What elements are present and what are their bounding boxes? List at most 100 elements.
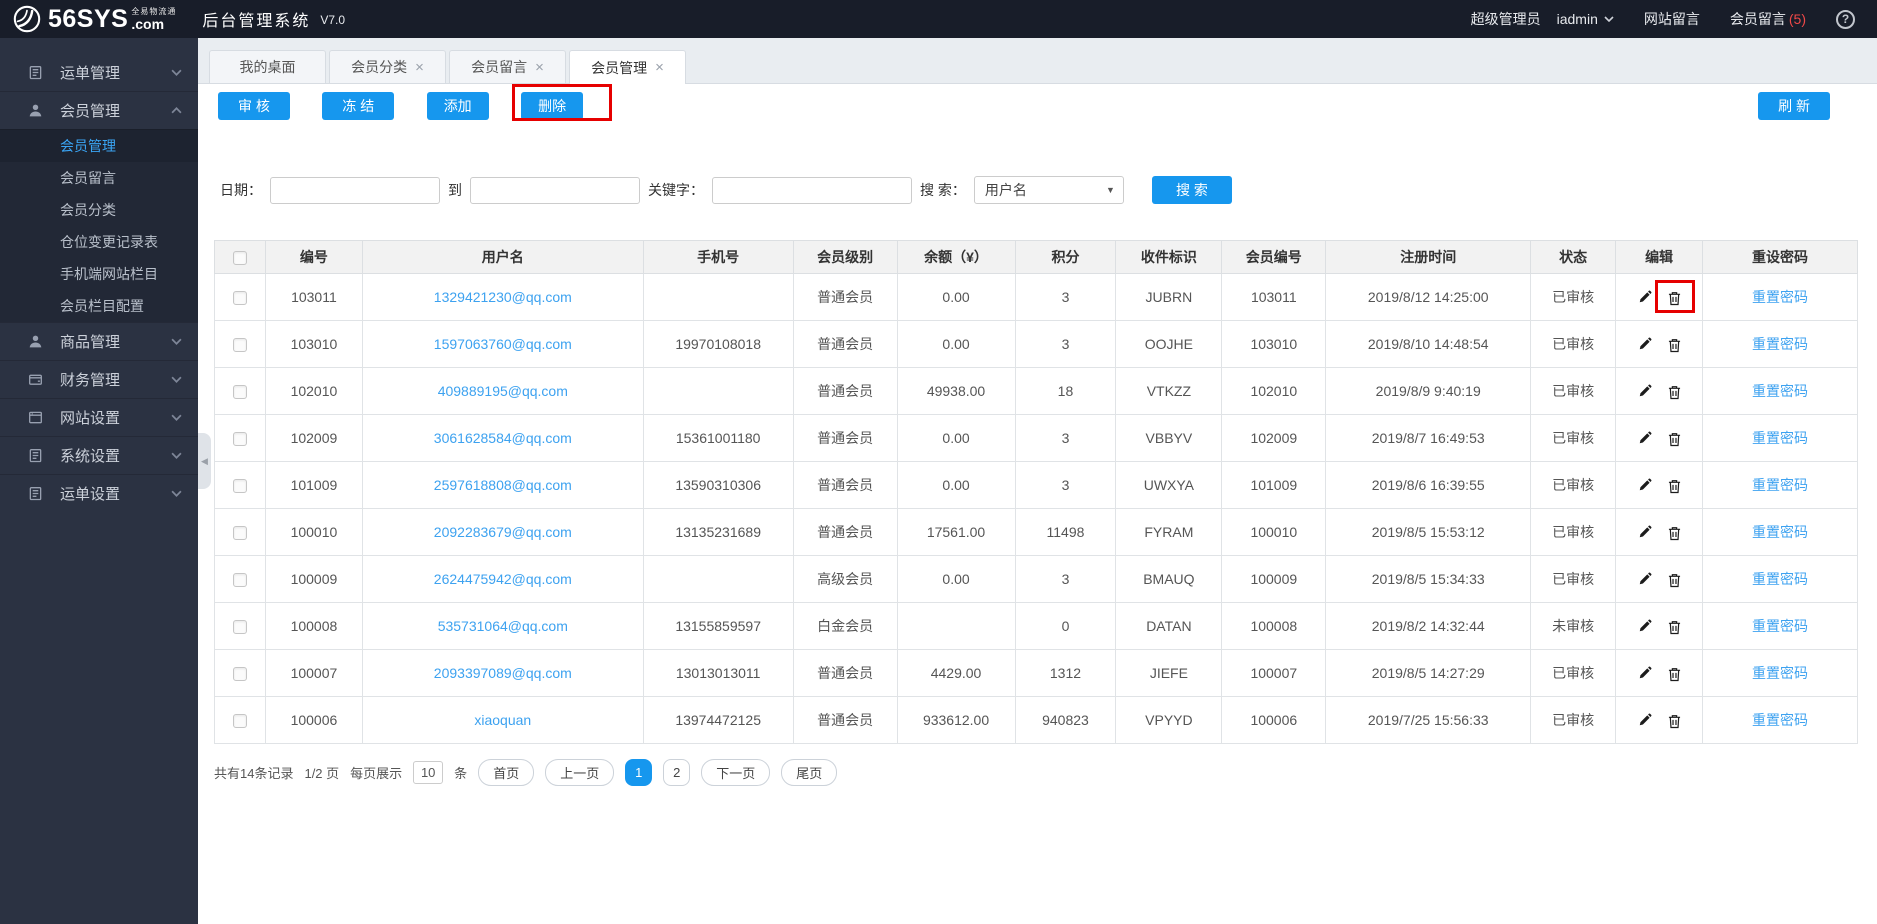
per-page-unit: 条 bbox=[454, 763, 467, 782]
row-checkbox[interactable] bbox=[233, 432, 247, 446]
freeze-button[interactable]: 冻 结 bbox=[322, 92, 394, 120]
user-menu[interactable]: iadmin bbox=[1557, 11, 1614, 27]
sidebar-item-member-management[interactable]: 会员管理 bbox=[0, 91, 198, 129]
reset-password-link[interactable]: 重置密码 bbox=[1752, 477, 1808, 493]
edit-row-button[interactable] bbox=[1638, 384, 1652, 398]
row-checkbox[interactable] bbox=[233, 714, 247, 728]
sidebar-subitem-member-categories[interactable]: 会员分类 bbox=[0, 194, 198, 226]
reset-password-link[interactable]: 重置密码 bbox=[1752, 524, 1808, 540]
tab-member-categories[interactable]: 会员分类× bbox=[329, 50, 446, 83]
refresh-button[interactable]: 刷 新 bbox=[1758, 92, 1830, 120]
search-button[interactable]: 搜 索 bbox=[1152, 176, 1232, 204]
username-link[interactable]: 2624475942@qq.com bbox=[434, 571, 572, 587]
page-button-2[interactable]: 2 bbox=[663, 759, 690, 786]
delete-row-button[interactable] bbox=[1668, 383, 1681, 400]
row-checkbox[interactable] bbox=[233, 620, 247, 634]
toolbar: 审 核 冻 结 添加 删除 刷 新 bbox=[198, 84, 1877, 128]
audit-button[interactable]: 审 核 bbox=[218, 92, 290, 120]
last-page-button[interactable]: 尾页 bbox=[781, 759, 837, 786]
username-link[interactable]: 1597063760@qq.com bbox=[434, 336, 572, 352]
close-icon[interactable]: × bbox=[655, 60, 664, 75]
first-page-button[interactable]: 首页 bbox=[478, 759, 534, 786]
cell-balance: 0.00 bbox=[897, 274, 1015, 321]
sidebar-collapse-handle[interactable]: ◀ bbox=[198, 433, 211, 489]
cell-code: FYRAM bbox=[1116, 509, 1222, 556]
search-type-select[interactable]: 用户名 ▼ bbox=[974, 176, 1124, 204]
edit-row-button[interactable] bbox=[1638, 572, 1652, 586]
tab-my-desktop[interactable]: 我的桌面 bbox=[209, 50, 326, 83]
prev-page-button[interactable]: 上一页 bbox=[545, 759, 614, 786]
username-link[interactable]: 2597618808@qq.com bbox=[434, 477, 572, 493]
per-page-input[interactable]: 10 bbox=[413, 761, 443, 784]
sidebar-subitem-member-column-config[interactable]: 会员栏目配置 bbox=[0, 290, 198, 322]
username-link[interactable]: 2093397089@qq.com bbox=[434, 665, 572, 681]
sidebar-subitem-member-management[interactable]: 会员管理 bbox=[0, 130, 198, 162]
cell-balance: 17561.00 bbox=[897, 509, 1015, 556]
page-button-1[interactable]: 1 bbox=[625, 759, 652, 786]
sidebar-item-system-settings[interactable]: 系统设置 bbox=[0, 436, 198, 474]
row-checkbox[interactable] bbox=[233, 338, 247, 352]
edit-row-button[interactable] bbox=[1638, 619, 1652, 633]
sidebar-item-product-management[interactable]: 商品管理 bbox=[0, 322, 198, 360]
edit-row-button[interactable] bbox=[1638, 290, 1652, 304]
sidebar-subitem-storage-change-log[interactable]: 仓位变更记录表 bbox=[0, 226, 198, 258]
cell-username: 2597618808@qq.com bbox=[362, 462, 643, 509]
reset-password-link[interactable]: 重置密码 bbox=[1752, 712, 1808, 728]
delete-row-button[interactable] bbox=[1668, 524, 1681, 541]
delete-row-button[interactable] bbox=[1668, 289, 1681, 306]
edit-row-button[interactable] bbox=[1638, 337, 1652, 351]
delete-row-button[interactable] bbox=[1668, 336, 1681, 353]
row-checkbox[interactable] bbox=[233, 526, 247, 540]
username-link[interactable]: 3061628584@qq.com bbox=[434, 430, 572, 446]
delete-row-button[interactable] bbox=[1668, 477, 1681, 494]
row-checkbox[interactable] bbox=[233, 291, 247, 305]
edit-row-button[interactable] bbox=[1638, 713, 1652, 727]
reset-password-link[interactable]: 重置密码 bbox=[1752, 430, 1808, 446]
reset-password-link[interactable]: 重置密码 bbox=[1752, 289, 1808, 305]
keyword-input[interactable] bbox=[712, 177, 912, 204]
tab-member-management[interactable]: 会员管理× bbox=[569, 50, 686, 84]
username-link[interactable]: 409889195@qq.com bbox=[438, 383, 568, 399]
date-from-input[interactable] bbox=[270, 177, 440, 204]
delete-row-button[interactable] bbox=[1668, 571, 1681, 588]
tab-member-messages[interactable]: 会员留言× bbox=[449, 50, 566, 83]
sidebar-item-waybill-management[interactable]: 运单管理 bbox=[0, 53, 198, 91]
row-checkbox[interactable] bbox=[233, 479, 247, 493]
edit-row-button[interactable] bbox=[1638, 478, 1652, 492]
page-number-buttons: 12 bbox=[625, 759, 690, 786]
username-link[interactable]: 535731064@qq.com bbox=[438, 618, 568, 634]
edit-row-button[interactable] bbox=[1638, 431, 1652, 445]
sidebar-subitem-member-messages[interactable]: 会员留言 bbox=[0, 162, 198, 194]
delete-row-button[interactable] bbox=[1668, 430, 1681, 447]
edit-row-button[interactable] bbox=[1638, 666, 1652, 680]
select-all-checkbox[interactable] bbox=[233, 251, 247, 265]
row-checkbox[interactable] bbox=[233, 667, 247, 681]
delete-button[interactable]: 删除 bbox=[521, 92, 583, 120]
member-messages-link[interactable]: 会员留言(5) bbox=[1730, 9, 1806, 29]
reset-password-link[interactable]: 重置密码 bbox=[1752, 618, 1808, 634]
close-icon[interactable]: × bbox=[535, 60, 544, 75]
delete-row-button[interactable] bbox=[1668, 712, 1681, 729]
sidebar-subitem-mobile-site-columns[interactable]: 手机端网站栏目 bbox=[0, 258, 198, 290]
username-link[interactable]: xiaoquan bbox=[474, 712, 531, 728]
add-button[interactable]: 添加 bbox=[427, 92, 489, 120]
close-icon[interactable]: × bbox=[415, 60, 424, 75]
reset-password-link[interactable]: 重置密码 bbox=[1752, 571, 1808, 587]
date-to-input[interactable] bbox=[470, 177, 640, 204]
reset-password-link[interactable]: 重置密码 bbox=[1752, 336, 1808, 352]
row-checkbox[interactable] bbox=[233, 385, 247, 399]
sidebar-item-finance-management[interactable]: 财务管理 bbox=[0, 360, 198, 398]
site-messages-link[interactable]: 网站留言 bbox=[1644, 9, 1700, 29]
reset-password-link[interactable]: 重置密码 bbox=[1752, 665, 1808, 681]
next-page-button[interactable]: 下一页 bbox=[701, 759, 770, 786]
delete-row-button[interactable] bbox=[1668, 665, 1681, 682]
sidebar-item-waybill-settings[interactable]: 运单设置 bbox=[0, 474, 198, 512]
sidebar-item-website-settings[interactable]: 网站设置 bbox=[0, 398, 198, 436]
reset-password-link[interactable]: 重置密码 bbox=[1752, 383, 1808, 399]
help-icon[interactable]: ? bbox=[1836, 10, 1855, 29]
username-link[interactable]: 1329421230@qq.com bbox=[434, 289, 572, 305]
row-checkbox[interactable] bbox=[233, 573, 247, 587]
edit-row-button[interactable] bbox=[1638, 525, 1652, 539]
username-link[interactable]: 2092283679@qq.com bbox=[434, 524, 572, 540]
delete-row-button[interactable] bbox=[1668, 618, 1681, 635]
